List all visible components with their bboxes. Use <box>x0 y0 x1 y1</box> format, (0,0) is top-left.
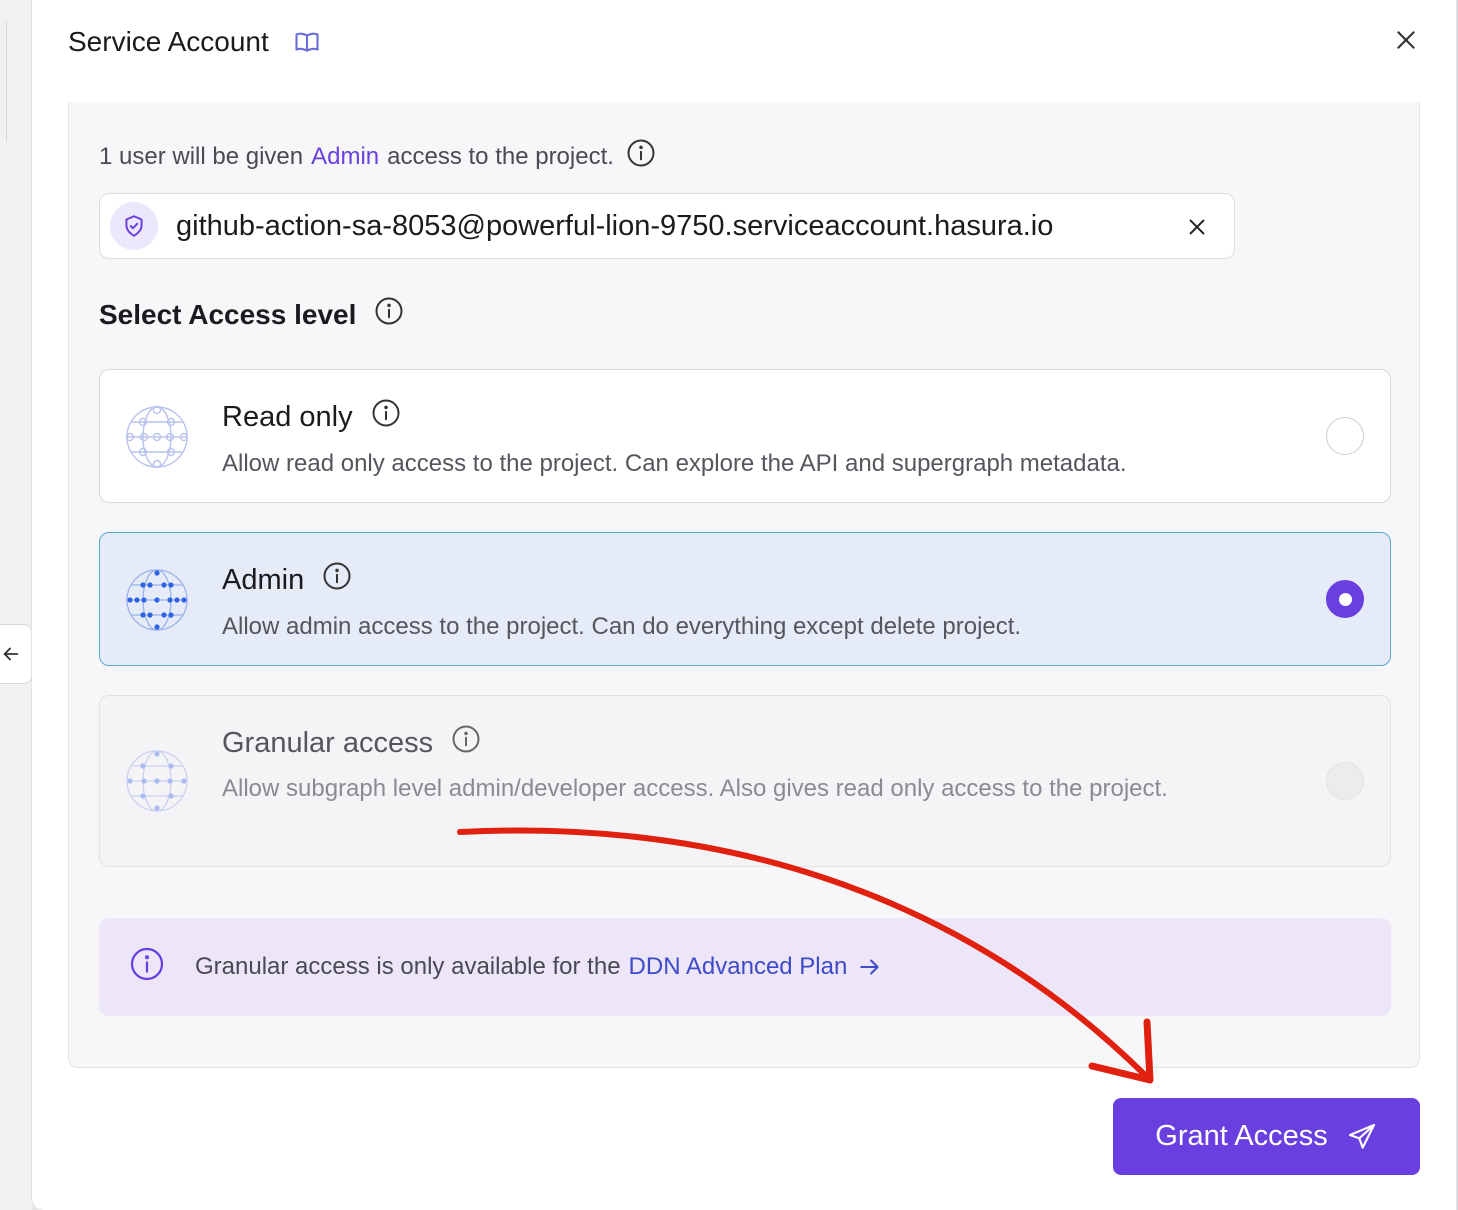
info-icon[interactable] <box>451 724 481 762</box>
option-description: Allow read only access to the project. C… <box>222 450 1127 477</box>
option-name: Granular access <box>222 726 434 759</box>
access-option-admin[interactable]: Admin Allow admin access to the project.… <box>99 532 1391 666</box>
dialog-title: Service Account <box>68 26 269 57</box>
summary-role: Admin <box>311 142 380 170</box>
radio-read-only[interactable] <box>1326 417 1364 455</box>
dialog-body: 1 user will be given Admin access to the… <box>68 102 1420 1068</box>
option-title: Granular access <box>222 724 481 762</box>
send-icon <box>1348 1123 1375 1149</box>
info-icon[interactable] <box>371 398 401 436</box>
arrow-left-icon <box>3 647 19 661</box>
remove-user-icon[interactable] <box>1184 214 1210 240</box>
radio-admin-selected[interactable] <box>1326 580 1364 618</box>
option-description: Allow subgraph level admin/developer acc… <box>222 775 1168 802</box>
advanced-plan-link[interactable]: DDN Advanced Plan <box>629 953 884 981</box>
option-name: Admin <box>222 563 305 596</box>
info-icon[interactable] <box>322 561 352 599</box>
access-option-granular: Granular access Allow subgraph level adm… <box>99 695 1391 867</box>
option-title: Read only <box>222 398 401 436</box>
collapse-sidebar-button[interactable] <box>0 624 32 684</box>
close-icon[interactable] <box>1392 26 1420 54</box>
info-icon[interactable] <box>374 296 404 333</box>
user-chip: github-action-sa-8053@powerful-lion-9750… <box>99 193 1235 259</box>
option-title: Admin <box>222 561 352 599</box>
service-account-dialog: Service Account 1 user will be given Adm… <box>32 0 1456 1210</box>
info-icon <box>129 946 165 989</box>
background-page <box>0 0 32 1210</box>
info-icon[interactable] <box>626 138 656 175</box>
access-summary: 1 user will be given Admin access to the… <box>99 138 656 175</box>
notice-text: Granular access is only available for th… <box>195 953 883 981</box>
access-level-heading: Select Access level <box>99 296 404 333</box>
network-globe-icon <box>122 565 192 635</box>
shield-icon <box>110 202 158 250</box>
access-level-title: Select Access level <box>99 298 357 330</box>
arrow-right-icon <box>860 959 879 975</box>
plan-notice: Granular access is only available for th… <box>99 918 1391 1016</box>
notice-message: Granular access is only available for th… <box>195 953 621 980</box>
summary-suffix: access to the project. <box>387 142 614 170</box>
access-option-read-only[interactable]: Read only Allow read only access to the … <box>99 369 1391 503</box>
dialog-header: Service Account <box>68 22 321 62</box>
divider <box>6 22 7 142</box>
grant-access-label: Grant Access <box>1155 1120 1328 1152</box>
option-description: Allow admin access to the project. Can d… <box>222 613 1022 640</box>
user-email: github-action-sa-8053@powerful-lion-9750… <box>176 209 1054 242</box>
network-globe-icon <box>122 746 192 816</box>
network-globe-icon <box>122 402 192 472</box>
book-icon[interactable] <box>293 28 321 56</box>
advanced-plan-link-label: DDN Advanced Plan <box>628 953 848 980</box>
grant-access-button[interactable]: Grant Access <box>1113 1098 1420 1175</box>
radio-granular-disabled <box>1326 762 1364 800</box>
option-name: Read only <box>222 400 353 433</box>
summary-prefix: 1 user will be given <box>99 142 304 170</box>
